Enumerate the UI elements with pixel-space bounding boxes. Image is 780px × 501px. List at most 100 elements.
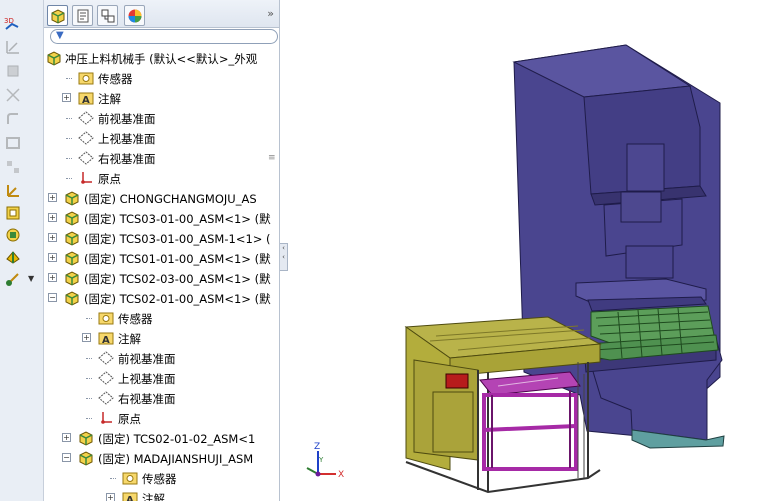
annotation-folder-icon: A	[98, 330, 114, 346]
more-tabs-button[interactable]: »	[267, 7, 274, 20]
die-set-green	[587, 305, 719, 361]
chevron-down-icon[interactable]: ▼	[28, 274, 34, 283]
explode-view-icon[interactable]	[4, 270, 22, 288]
tree-item-label: 注解	[98, 92, 121, 106]
tree-item[interactable]: 上视基准面	[44, 368, 279, 388]
tree-item[interactable]: + A 注解	[44, 88, 279, 108]
tree-item-label: (固定) TCS02-03-00_ASM<1> (默	[84, 272, 271, 286]
plane-icon	[98, 370, 114, 386]
assembly-icon	[78, 430, 94, 446]
graphics-viewport[interactable]: Z X Y	[288, 0, 780, 501]
3d-sketch-icon[interactable]: 3D	[4, 14, 22, 32]
tree-item[interactable]: + A 注解	[44, 328, 279, 348]
assembly-icon	[46, 50, 62, 66]
tree-root[interactable]: 冲压上料机械手 (默认<<默认>_外观	[44, 48, 279, 68]
tree-item[interactable]: 原点	[44, 168, 279, 188]
coordinate-triad: Z X Y	[306, 442, 344, 480]
tree-item[interactable]: 上视基准面	[44, 128, 279, 148]
feature-manager-icon	[51, 8, 64, 24]
tree-item[interactable]: + A 注解	[44, 488, 279, 501]
tree-item-label: 原点	[118, 412, 141, 426]
expand-icon[interactable]: +	[48, 213, 57, 222]
tree-item[interactable]: + (固定) TCS01-01-00_ASM<1> (默	[44, 248, 279, 268]
tree-item[interactable]: − (固定) TCS02-01-00_ASM<1> (默	[44, 288, 279, 308]
assembly-icon	[64, 230, 80, 246]
tree-item[interactable]: 前视基准面	[44, 348, 279, 368]
tree-item-label: (固定) TCS01-01-00_ASM<1> (默	[84, 252, 271, 266]
tab-property-manager[interactable]	[72, 5, 93, 26]
svg-text:A: A	[102, 335, 110, 346]
tree-item-label: 原点	[98, 172, 121, 186]
sensor-folder-icon	[98, 310, 114, 326]
plane-icon	[98, 350, 114, 366]
triad-y-label: Y	[318, 456, 324, 464]
tree-item[interactable]: 传感器	[44, 68, 279, 88]
tree-item-label: (固定) TCS02-01-02_ASM<1	[98, 432, 256, 446]
tree-item[interactable]: + (固定) CHONGCHANGMOJU_AS	[44, 188, 279, 208]
tree-item-label: 前视基准面	[98, 112, 156, 126]
tree-item[interactable]: + (固定) TCS03-01-00_ASM-1<1> (	[44, 228, 279, 248]
tree-item[interactable]: 前视基准面	[44, 108, 279, 128]
annotation-folder-icon: A	[78, 90, 94, 106]
tab-feature-manager[interactable]	[47, 5, 68, 26]
expand-icon[interactable]: +	[48, 233, 57, 242]
tree-item[interactable]: 右视基准面	[44, 148, 279, 168]
tree-item[interactable]: + (固定) TCS02-01-02_ASM<1	[44, 428, 279, 448]
svg-text:A: A	[82, 95, 90, 106]
extrude-icon[interactable]	[4, 62, 22, 80]
sensor-folder-icon	[122, 470, 138, 486]
expand-icon[interactable]: +	[48, 253, 57, 262]
expand-icon[interactable]: +	[62, 93, 71, 102]
tree-item-label: 注解	[118, 332, 141, 346]
origin-icon	[78, 170, 94, 186]
tree-item-label: 右视基准面	[98, 152, 156, 166]
tree-item[interactable]: 传感器	[44, 468, 279, 488]
origin-icon	[98, 410, 114, 426]
insert-component-icon[interactable]	[4, 204, 22, 222]
sensor-folder-icon	[78, 70, 94, 86]
model-view: Z X Y	[306, 44, 725, 494]
assembly-icon	[78, 450, 94, 466]
tree-item-label: 上视基准面	[118, 372, 176, 386]
smart-dimension-icon[interactable]	[4, 38, 22, 56]
shell-icon[interactable]	[4, 134, 22, 152]
tab-display-manager[interactable]	[124, 5, 145, 26]
annotation-folder-icon: A	[122, 490, 138, 501]
move-component-icon[interactable]	[4, 248, 22, 266]
tree-item[interactable]: 原点	[44, 408, 279, 428]
expand-icon[interactable]: +	[48, 193, 57, 202]
property-manager-icon	[77, 9, 88, 22]
tree-item-label: 传感器	[118, 312, 153, 326]
feeder-conveyor	[404, 316, 602, 494]
solidworks-window: 3D ▼ » ▼ 冲压上料机械手 (默认<<默认>_外观 传感器 + A 注解 …	[0, 0, 780, 501]
tree-item-label: 上视基准面	[98, 132, 156, 146]
fillet-icon[interactable]	[4, 110, 22, 128]
tree-item[interactable]: 右视基准面	[44, 388, 279, 408]
tree-filter-input[interactable]: ▼	[50, 29, 278, 44]
tree-item[interactable]: 传感器	[44, 308, 279, 328]
mate-icon[interactable]	[4, 226, 22, 244]
svg-text:A: A	[126, 495, 134, 501]
assembly-icon	[64, 250, 80, 266]
triad-z-label: Z	[314, 442, 320, 452]
cut-icon[interactable]	[4, 86, 22, 104]
tree-item[interactable]: + (固定) TCS02-03-00_ASM<1> (默	[44, 268, 279, 288]
expand-icon[interactable]: +	[82, 333, 91, 342]
expand-icon[interactable]: +	[106, 493, 115, 501]
command-toolbar: 3D ▼	[0, 0, 44, 501]
reference-axis-icon[interactable]	[4, 182, 22, 200]
plane-icon	[98, 390, 114, 406]
tree-item[interactable]: + (固定) TCS03-01-00_ASM<1> (默	[44, 208, 279, 228]
collapse-icon[interactable]: −	[62, 453, 71, 462]
scroll-grip-icon[interactable]: ≡	[268, 154, 276, 168]
collapse-icon[interactable]: −	[48, 293, 57, 302]
pattern-icon[interactable]	[4, 158, 22, 176]
expand-icon[interactable]: +	[62, 433, 71, 442]
tab-configuration-manager[interactable]	[97, 5, 118, 26]
tree-item[interactable]: − (固定) MADAJIANSHUJI_ASM	[44, 448, 279, 468]
expand-icon[interactable]: +	[48, 273, 57, 282]
tree-item-label: (固定) TCS03-01-00_ASM<1> (默	[84, 212, 271, 226]
plane-icon	[78, 130, 94, 146]
panel-splitter[interactable]: ‹ ‹	[280, 243, 288, 271]
manager-tabs: »	[44, 0, 279, 28]
